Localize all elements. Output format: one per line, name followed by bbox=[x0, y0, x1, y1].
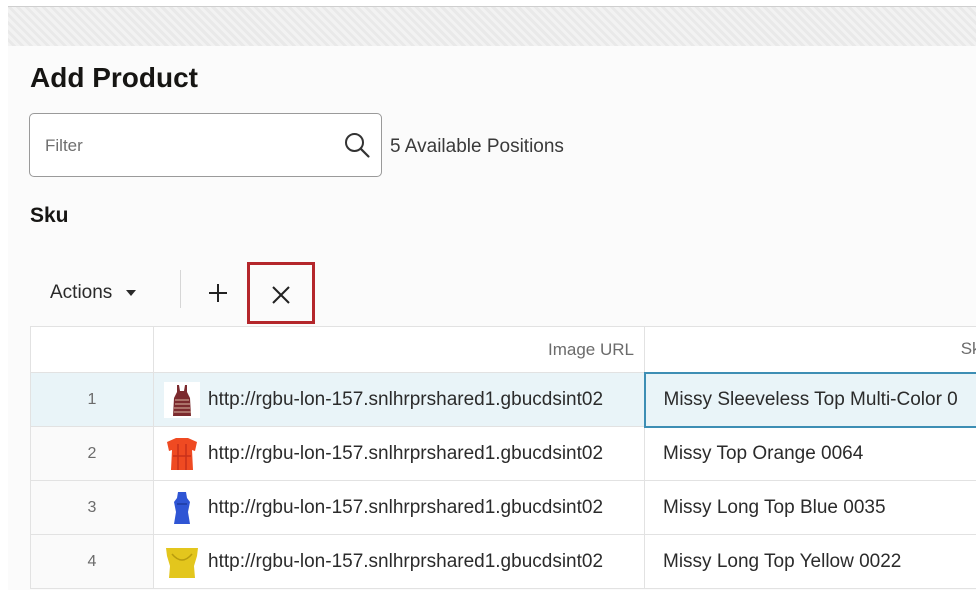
row-number: 4 bbox=[30, 534, 154, 589]
filter-input[interactable] bbox=[45, 132, 325, 160]
table-row[interactable]: 3 http://rgbu-lon-157.snlhrprshared1.gbu… bbox=[30, 480, 976, 535]
image-url-cell[interactable]: http://rgbu-lon-157.snlhrprshared1.gbucd… bbox=[153, 480, 645, 535]
actions-menu-button[interactable]: Actions bbox=[42, 276, 144, 310]
page-title: Add Product bbox=[30, 62, 198, 93]
close-icon bbox=[272, 286, 290, 304]
header-band bbox=[8, 6, 976, 46]
table-row[interactable]: 2 http://rgbu-lon-157.snlhrprshared1.gbu… bbox=[30, 426, 976, 481]
sku-cell[interactable]: Missy Top Orange 0064 bbox=[644, 426, 976, 481]
product-thumbnail bbox=[164, 435, 200, 472]
image-url-cell[interactable]: http://rgbu-lon-157.snlhrprshared1.gbucd… bbox=[153, 534, 645, 589]
product-thumbnail bbox=[164, 543, 200, 580]
sku-table: Image URL Sku 1 http://rgbu-lon-157.snlh… bbox=[30, 326, 976, 590]
product-thumbnail bbox=[164, 489, 200, 526]
product-thumbnail bbox=[164, 381, 200, 418]
image-url-text: http://rgbu-lon-157.snlhrprshared1.gbucd… bbox=[208, 550, 604, 572]
row-number: 3 bbox=[30, 480, 154, 535]
filter-field[interactable] bbox=[29, 113, 382, 177]
table-header-row: Image URL Sku bbox=[30, 326, 976, 373]
row-number: 2 bbox=[30, 426, 154, 481]
actions-label: Actions bbox=[50, 282, 113, 303]
sku-cell[interactable]: Missy Sleeveless Top Multi-Color 0 bbox=[643, 371, 976, 428]
toolbar-divider bbox=[180, 270, 181, 308]
table-toolbar: Actions bbox=[30, 262, 370, 324]
column-header-sku[interactable]: Sku bbox=[644, 326, 976, 373]
image-url-cell[interactable]: http://rgbu-lon-157.snlhrprshared1.gbucd… bbox=[153, 426, 645, 481]
image-url-text: http://rgbu-lon-157.snlhrprshared1.gbucd… bbox=[208, 388, 604, 410]
row-number: 1 bbox=[30, 372, 154, 427]
section-heading-sku: Sku bbox=[30, 204, 69, 227]
add-row-button[interactable] bbox=[204, 279, 232, 307]
image-url-text: http://rgbu-lon-157.snlhrprshared1.gbucd… bbox=[208, 442, 604, 464]
sku-cell[interactable]: Missy Long Top Blue 0035 bbox=[644, 480, 976, 535]
search-icon[interactable] bbox=[343, 131, 371, 159]
sku-cell[interactable]: Missy Long Top Yellow 0022 bbox=[644, 534, 976, 589]
table-row[interactable]: 4 http://rgbu-lon-157.snlhrprshared1.gbu… bbox=[30, 534, 976, 589]
caret-down-icon bbox=[126, 290, 137, 296]
column-header-image-url[interactable]: Image URL bbox=[153, 326, 645, 373]
image-url-text: http://rgbu-lon-157.snlhrprshared1.gbucd… bbox=[208, 496, 604, 518]
table-row[interactable]: 1 http://rgbu-lon-157.snlhrprshared1.gbu… bbox=[30, 371, 976, 428]
column-header-row-number bbox=[30, 326, 154, 373]
image-url-cell[interactable]: http://rgbu-lon-157.snlhrprshared1.gbucd… bbox=[153, 372, 645, 427]
available-positions-text: 5 Available Positions bbox=[390, 136, 564, 157]
remove-row-button[interactable] bbox=[247, 262, 315, 324]
plus-icon bbox=[209, 284, 227, 302]
